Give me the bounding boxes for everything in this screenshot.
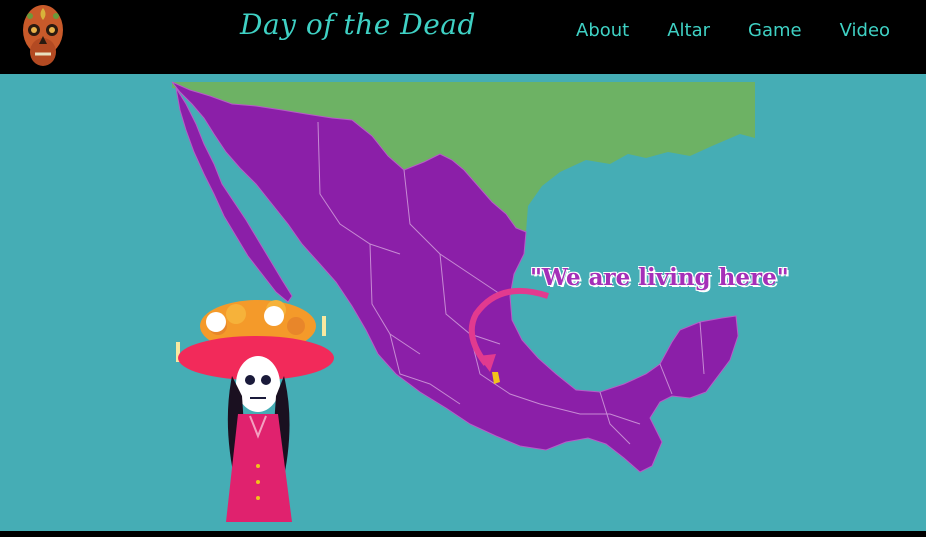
- nav-altar[interactable]: Altar: [667, 20, 710, 41]
- nav-video[interactable]: Video: [840, 20, 890, 41]
- site-header: Day of the Dead About Altar Game Video: [0, 0, 926, 74]
- main-nav: About Altar Game Video: [576, 20, 926, 41]
- nav-game[interactable]: Game: [748, 20, 802, 41]
- site-title[interactable]: Day of the Dead: [240, 8, 476, 41]
- map-stage: "We are living here": [0, 74, 926, 531]
- sugar-skull-icon[interactable]: [20, 2, 66, 70]
- footer-bar: [0, 531, 926, 537]
- catrina-illustration: [176, 300, 334, 522]
- nav-about[interactable]: About: [576, 20, 629, 41]
- map-caption: "We are living here": [530, 264, 789, 291]
- mexico-map: [171, 81, 755, 473]
